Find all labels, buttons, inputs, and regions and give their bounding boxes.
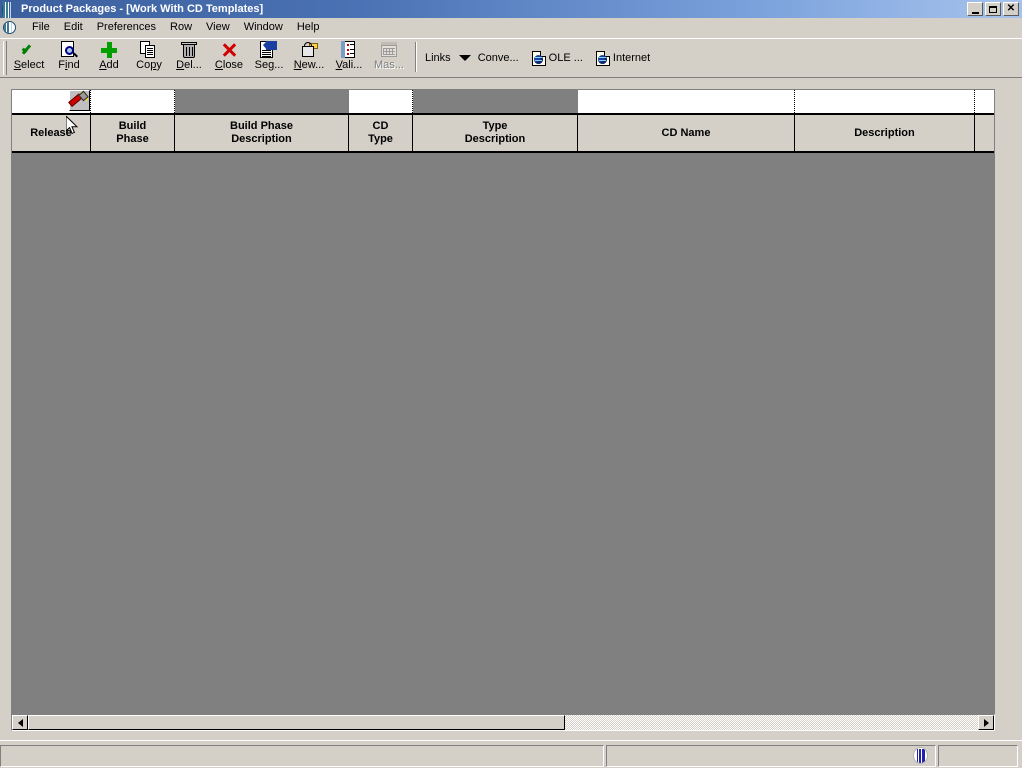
- app-globe-icon[interactable]: [2, 1, 18, 20]
- copy-pages-icon: [129, 40, 169, 59]
- toolbar-button-validate[interactable]: Vali...: [329, 40, 369, 76]
- link-item-internet[interactable]: Internet: [595, 50, 651, 66]
- links-area: Links Conve... OLE ... Internet: [423, 39, 663, 77]
- toolbar-button-close[interactable]: Close: [209, 40, 249, 76]
- green-plus-icon: [89, 40, 129, 59]
- qbe-cell-build-phase[interactable]: [91, 90, 175, 113]
- data-grid[interactable]: Release Build Phase Build Phase Descriptio…: [11, 89, 995, 730]
- qbe-filter-row: [12, 90, 994, 113]
- menu-item-help[interactable]: Help: [290, 20, 327, 35]
- triangle-right-icon: [983, 718, 989, 727]
- column-header-build-phase[interactable]: Build Phase: [91, 115, 175, 151]
- menu-item-preferences[interactable]: Preferences: [90, 20, 163, 35]
- qbe-cell-type-description: [413, 90, 578, 113]
- toolbar-button-delete[interactable]: Del...: [169, 40, 209, 76]
- status-panel-message: [0, 744, 604, 767]
- master-grid-icon: [369, 40, 409, 59]
- column-header-type-description[interactable]: Type Description: [413, 115, 578, 151]
- menu-item-edit[interactable]: Edit: [57, 20, 90, 35]
- toolbar-label-master: Mas...: [374, 59, 404, 71]
- qbe-cell-cd-type[interactable]: [349, 90, 413, 113]
- toolbar-separator: [415, 42, 417, 72]
- status-bar: [0, 740, 1022, 768]
- menu-bar: File Edit Preferences Row View Window He…: [0, 18, 1022, 53]
- internet-document-icon: [595, 50, 610, 66]
- toolbar-button-add[interactable]: Add: [89, 40, 129, 76]
- toolbar-button-copy[interactable]: Copy: [129, 40, 169, 76]
- scroll-right-button[interactable]: [978, 715, 994, 730]
- toolbar-button-master: Mas...: [369, 40, 409, 76]
- grid-body[interactable]: [12, 153, 994, 728]
- toolbar-label-delete: Del...: [176, 59, 202, 71]
- link-item-ole[interactable]: OLE ...: [531, 50, 583, 66]
- toolbar-button-find[interactable]: Find: [49, 40, 89, 76]
- toolbar-label-close: Close: [214, 59, 244, 71]
- segment-arrow-icon: [249, 40, 289, 59]
- window-title: Product Packages - [Work With CD Templat…: [21, 3, 264, 15]
- qbe-cell-release[interactable]: [12, 90, 91, 113]
- link-label-ole: OLE ...: [548, 52, 583, 64]
- qbe-cell-extra[interactable]: [975, 90, 994, 113]
- toolbar-label-select: Select: [13, 59, 45, 71]
- globe-status-icon: [911, 746, 929, 766]
- toolbar-label-segment: Seg...: [254, 59, 284, 71]
- link-label-internet: Internet: [612, 52, 651, 64]
- link-item-convert[interactable]: Conve...: [478, 52, 519, 64]
- column-header-cd-name[interactable]: CD Name: [578, 115, 795, 151]
- column-header-release[interactable]: Release: [12, 115, 91, 151]
- ole-document-icon: [531, 50, 546, 66]
- qbe-cell-cd-name[interactable]: [578, 90, 795, 113]
- chevron-down-icon[interactable]: [458, 55, 471, 61]
- triangle-left-icon: [17, 718, 23, 727]
- green-check-icon: [9, 40, 49, 59]
- toolbar: Select Find Add Copy Del... Close Seg...: [0, 38, 1022, 78]
- toolbar-label-find: Find: [58, 59, 80, 71]
- title-bar: Product Packages - [Work With CD Templat…: [0, 0, 1022, 20]
- grid-header-row: Release Build Phase Build Phase Descriptio…: [12, 113, 994, 151]
- menu-item-view[interactable]: View: [199, 20, 237, 35]
- qbe-cell-build-phase-description: [175, 90, 349, 113]
- window-controls-main: ✕: [967, 2, 1019, 16]
- links-label: Links: [425, 52, 451, 64]
- minimize-button[interactable]: [967, 2, 983, 16]
- menu-item-file[interactable]: File: [25, 20, 57, 35]
- flashlight-icon: [71, 92, 88, 109]
- column-header-build-phase-description[interactable]: Build Phase Description: [175, 115, 349, 151]
- menu-item-row[interactable]: Row: [163, 20, 199, 35]
- toolbar-label-copy: Copy: [136, 59, 162, 71]
- column-header-cd-type[interactable]: CD Type: [349, 115, 413, 151]
- child-window-globe-icon[interactable]: [3, 20, 19, 35]
- trash-can-icon: [169, 40, 209, 59]
- visual-assist-button[interactable]: [69, 90, 90, 111]
- find-magnifier-icon: [49, 40, 89, 59]
- status-panel-mode: [938, 744, 1018, 767]
- status-panel-info: [606, 744, 936, 767]
- close-button[interactable]: ✕: [1003, 2, 1019, 16]
- qbe-cell-description[interactable]: [795, 90, 975, 113]
- scroll-track[interactable]: [28, 715, 978, 730]
- toolbar-label-add: Add: [99, 59, 119, 71]
- scroll-thumb[interactable]: [28, 715, 565, 730]
- grid-horizontal-scrollbar[interactable]: [11, 714, 995, 731]
- scroll-left-button[interactable]: [12, 715, 28, 730]
- toolbar-button-segment[interactable]: Seg...: [249, 40, 289, 76]
- toolbar-grip[interactable]: [3, 41, 7, 75]
- lock-folder-icon: [289, 40, 329, 59]
- red-x-icon: [209, 40, 249, 59]
- column-header-description[interactable]: Description: [795, 115, 975, 151]
- validate-checklist-icon: [329, 40, 369, 59]
- client-area: Release Build Phase Build Phase Descriptio…: [0, 78, 1022, 738]
- column-header-extra[interactable]: [975, 115, 994, 151]
- toolbar-button-new[interactable]: New...: [289, 40, 329, 76]
- toolbar-label-new: New...: [293, 59, 325, 71]
- menu-item-window[interactable]: Window: [237, 20, 290, 35]
- maximize-button[interactable]: [985, 2, 1001, 16]
- toolbar-button-select[interactable]: Select: [9, 40, 49, 76]
- toolbar-label-validate: Vali...: [335, 59, 363, 71]
